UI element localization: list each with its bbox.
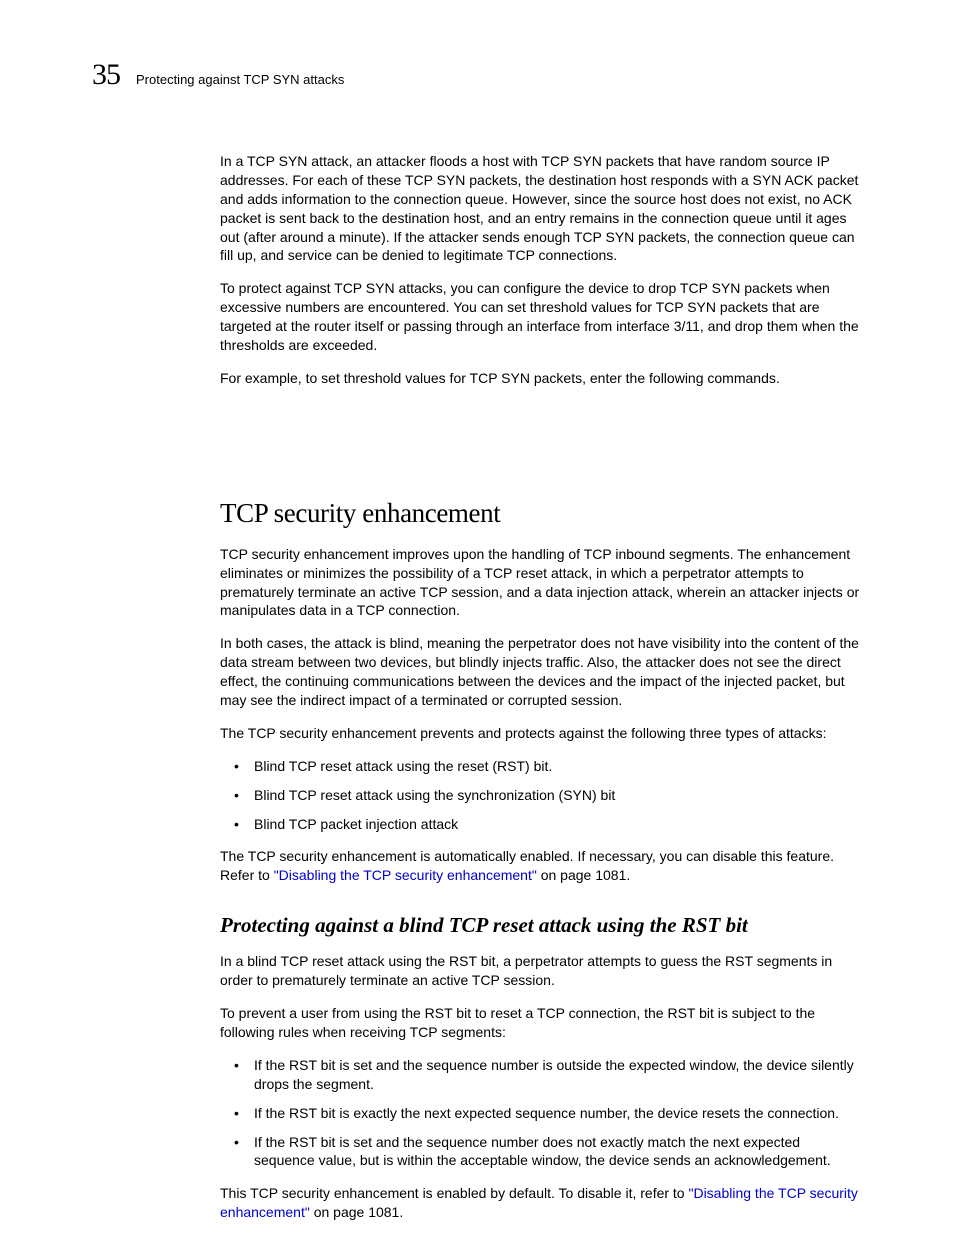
paragraph: The TCP security enhancement is automati…: [220, 847, 862, 885]
paragraph: This TCP security enhancement is enabled…: [220, 1184, 862, 1222]
subsection-heading: Protecting against a blind TCP reset att…: [220, 913, 862, 938]
paragraph: To prevent a user from using the RST bit…: [220, 1004, 862, 1042]
list-item: Blind TCP packet injection attack: [220, 815, 862, 834]
bullet-list: Blind TCP reset attack using the reset (…: [220, 757, 862, 834]
bullet-list: If the RST bit is set and the sequence n…: [220, 1056, 862, 1170]
paragraph: For example, to set threshold values for…: [220, 369, 862, 388]
text-run: This TCP security enhancement is enabled…: [220, 1185, 688, 1201]
section-heading: TCP security enhancement: [220, 498, 862, 529]
paragraph: In a TCP SYN attack, an attacker floods …: [220, 152, 862, 265]
text-run: on page 1081.: [537, 867, 630, 883]
cross-reference-link[interactable]: "Disabling the TCP security enhancement": [274, 867, 537, 883]
list-item: If the RST bit is set and the sequence n…: [220, 1056, 862, 1094]
running-title: Protecting against TCP SYN attacks: [136, 72, 344, 87]
paragraph: In a blind TCP reset attack using the RS…: [220, 952, 862, 990]
running-header: 35 Protecting against TCP SYN attacks: [92, 58, 862, 92]
list-item: Blind TCP reset attack using the synchro…: [220, 786, 862, 805]
paragraph: TCP security enhancement improves upon t…: [220, 545, 862, 621]
page: 35 Protecting against TCP SYN attacks In…: [0, 0, 954, 1235]
paragraph: To protect against TCP SYN attacks, you …: [220, 279, 862, 355]
paragraph: The TCP security enhancement prevents an…: [220, 724, 862, 743]
chapter-number: 35: [92, 58, 120, 92]
list-item: Blind TCP reset attack using the reset (…: [220, 757, 862, 776]
text-run: on page 1081.: [310, 1204, 403, 1220]
paragraph: In both cases, the attack is blind, mean…: [220, 634, 862, 710]
list-item: If the RST bit is exactly the next expec…: [220, 1104, 862, 1123]
list-item: If the RST bit is set and the sequence n…: [220, 1133, 862, 1171]
body-content: In a TCP SYN attack, an attacker floods …: [220, 152, 862, 1222]
